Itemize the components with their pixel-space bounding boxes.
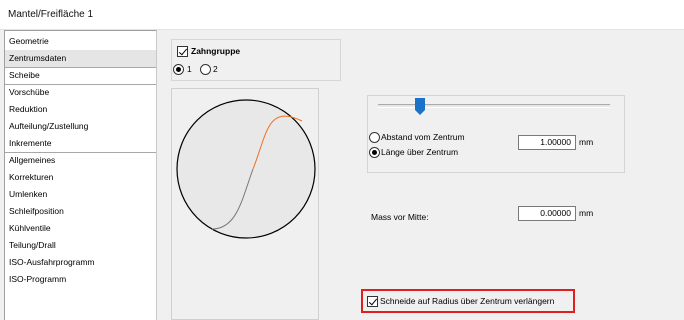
zahngruppe-checkbox[interactable] [177, 46, 188, 57]
abstand-label: Abstand vom Zentrum [381, 132, 465, 142]
sidebar-item-allgemeines[interactable]: Allgemeines [5, 152, 156, 169]
zahngruppe-radio-2[interactable] [200, 64, 211, 75]
mass-vor-mitte-field[interactable]: 0.00000 [518, 206, 576, 221]
sidebar-item-geometrie[interactable]: Geometrie [5, 33, 156, 50]
laenge-value-field[interactable]: 1.00000 [518, 135, 576, 150]
laenge-radio[interactable] [369, 147, 380, 158]
window-title: Mantel/Freifläche 1 [8, 9, 94, 20]
sidebar-nav: Geometrie Zentrumsdaten Scheibe Vorschüb… [4, 30, 157, 320]
sidebar-item-schleifposition[interactable]: Schleifposition [5, 203, 156, 220]
sidebar-item-kuehlventile[interactable]: Kühlventile [5, 220, 156, 237]
schneide-checkbox[interactable] [367, 296, 378, 307]
wheel-outline [176, 99, 316, 239]
sidebar-item-iso-ausfahrprogramm[interactable]: ISO-Ausfahrprogramm [5, 254, 156, 271]
sidebar-item-scheibe[interactable]: Scheibe [5, 67, 156, 84]
sidebar-item-aufteilung-zustellung[interactable]: Aufteilung/Zustellung [5, 118, 156, 135]
zahngruppe-radio-2-label: 2 [213, 64, 218, 74]
mass-vor-mitte-label: Mass vor Mitte: [371, 212, 429, 222]
sidebar-item-vorschuebe[interactable]: Vorschübe [5, 84, 156, 101]
position-slider-track[interactable] [378, 104, 610, 108]
title-bar: Mantel/Freifläche 1 [0, 0, 684, 30]
laenge-unit: mm [579, 137, 594, 147]
sidebar-item-umlenken[interactable]: Umlenken [5, 186, 156, 203]
laenge-label: Länge über Zentrum [381, 147, 459, 157]
zahngruppe-radio-1[interactable] [173, 64, 184, 75]
zahngruppe-label: Zahngruppe [191, 46, 241, 56]
tooth-preview-panel [171, 88, 319, 320]
position-slider-thumb[interactable] [414, 98, 425, 115]
sidebar-item-zentrumsdaten[interactable]: Zentrumsdaten [5, 50, 156, 67]
sidebar-item-inkremente[interactable]: Inkremente [5, 135, 156, 152]
tooth-preview-diagram [176, 99, 316, 239]
sidebar-item-iso-programm[interactable]: ISO-Programm [5, 271, 156, 288]
mass-vor-mitte-unit: mm [579, 208, 594, 218]
sidebar-item-teilung-drall[interactable]: Teilung/Drall [5, 237, 156, 254]
sidebar-item-korrekturen[interactable]: Korrekturen [5, 169, 156, 186]
zahngruppe-radio-1-label: 1 [187, 64, 192, 74]
abstand-radio[interactable] [369, 132, 380, 143]
schneide-label: Schneide auf Radius über Zentrum verläng… [380, 296, 555, 306]
sidebar-item-reduktion[interactable]: Reduktion [5, 101, 156, 118]
